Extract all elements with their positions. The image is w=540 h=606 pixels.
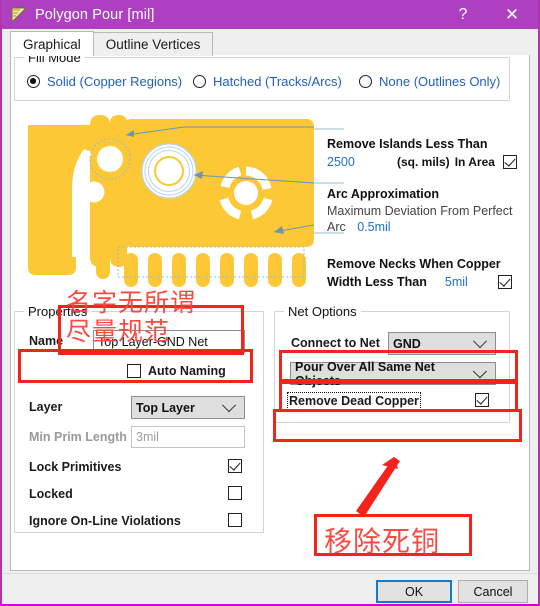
radio-solid-indicator — [27, 75, 40, 88]
window-title: Polygon Pour [mil] — [35, 6, 155, 23]
help-button[interactable]: ? — [440, 0, 486, 29]
tab-outline-vertices[interactable]: Outline Vertices — [92, 32, 214, 56]
arc-approximation-title: Arc Approximation — [327, 187, 440, 201]
remove-dead-copper-row[interactable]: Remove Dead Copper — [287, 392, 421, 410]
layer-dropdown-value: Top Layer — [136, 400, 195, 415]
connect-to-net-dropdown[interactable]: GND — [388, 332, 496, 355]
polygon-pour-dialog: Polygon Pour [mil] ? ✕ Graphical Outline… — [0, 0, 540, 606]
fill-mode-group: Fill Mode Solid (Copper Regions) Hatched… — [14, 50, 510, 101]
properties-group: Properties Name Top Layer-GND Net Auto N… — [14, 304, 264, 533]
radio-none-label: None (Outlines Only) — [379, 74, 501, 89]
remove-islands-title: Remove Islands Less Than — [327, 137, 488, 151]
layer-dropdown[interactable]: Top Layer — [131, 396, 245, 419]
arc-approximation-description: Maximum Deviation From Perfect — [327, 204, 513, 218]
radio-solid-label: Solid (Copper Regions) — [47, 74, 183, 89]
remove-dead-copper-checkbox[interactable] — [475, 393, 489, 407]
radio-solid-copper-regions[interactable]: Solid (Copper Regions) — [27, 74, 182, 89]
auto-naming-row[interactable]: Auto Naming — [127, 364, 226, 378]
remove-islands-units: (sq. mils) — [397, 155, 450, 169]
connect-to-net-label: Connect to Net — [291, 336, 380, 350]
remove-necks-title: Remove Necks When Copper — [327, 257, 501, 271]
cancel-button[interactable]: Cancel — [458, 580, 528, 603]
name-row: Name — [29, 334, 89, 348]
name-label: Name — [29, 334, 64, 348]
close-button[interactable]: ✕ — [486, 0, 538, 29]
arc-approximation-block: Arc Approximation Maximum Deviation From… — [327, 187, 512, 234]
connect-to-net-value: GND — [393, 336, 421, 351]
arc-approximation-arc-label: Arc — [327, 220, 346, 234]
ignore-violations-label: Ignore On-Line Violations — [29, 514, 181, 528]
dialog-footer: OK Cancel — [2, 573, 538, 603]
radio-none-indicator — [359, 75, 372, 88]
layer-label: Layer — [29, 400, 63, 414]
fill-mode-options: Solid (Copper Regions) Hatched (Tracks/A… — [15, 74, 509, 96]
dialog-client-area: Graphical Outline Vertices Fill Mode Sol… — [2, 29, 538, 603]
lock-primitives-label: Lock Primitives — [29, 460, 122, 474]
locked-checkbox[interactable] — [228, 486, 242, 500]
arc-approximation-value[interactable]: 0.5mil — [357, 220, 390, 234]
chevron-down-icon — [472, 333, 488, 348]
remove-islands-suffix: In Area — [454, 155, 495, 169]
lock-primitives-row[interactable]: Lock Primitives — [29, 460, 121, 474]
remove-dead-copper-label: Remove Dead Copper — [289, 394, 419, 408]
lock-primitives-checkbox[interactable] — [228, 459, 242, 473]
remove-islands-value[interactable]: 2500 — [327, 155, 397, 169]
locked-row[interactable]: Locked — [29, 487, 73, 501]
pour-over-dropdown[interactable]: Pour Over All Same Net Objects — [290, 359, 496, 388]
tab-strip: Graphical Outline Vertices — [10, 31, 214, 56]
radio-hatched-label: Hatched (Tracks/Arcs) — [213, 74, 342, 89]
auto-naming-checkbox[interactable] — [127, 364, 141, 378]
polygon-pour-icon — [10, 6, 28, 24]
properties-group-label: Properties — [24, 304, 92, 319]
radio-none-outlines-only[interactable]: None (Outlines Only) — [359, 74, 500, 89]
min-prim-length-row: Min Prim Length — [29, 430, 127, 444]
radio-hatched-tracks-arcs[interactable]: Hatched (Tracks/Arcs) — [193, 74, 342, 89]
min-prim-length-label: Min Prim Length — [29, 430, 127, 444]
name-input[interactable]: Top Layer-GND Net — [93, 330, 245, 353]
min-prim-length-input[interactable]: 3mil — [131, 426, 245, 448]
remove-necks-subtitle: Width Less Than — [327, 275, 427, 289]
ignore-violations-row[interactable]: Ignore On-Line Violations — [29, 514, 181, 528]
tab-graphical[interactable]: Graphical — [10, 31, 94, 56]
remove-islands-block: Remove Islands Less Than 2500 (sq. mils)… — [327, 137, 517, 169]
pour-over-value: Pour Over All Same Net Objects — [295, 359, 435, 388]
remove-islands-checkbox[interactable] — [502, 155, 517, 169]
net-options-group: Net Options Connect to Net GND Pour Over… — [274, 304, 510, 423]
connect-to-net-row: Connect to Net — [291, 336, 380, 350]
remove-necks-checkbox[interactable] — [497, 275, 512, 289]
remove-necks-block: Remove Necks When Copper Width Less Than… — [327, 257, 512, 289]
layer-row: Layer — [29, 400, 62, 414]
locked-label: Locked — [29, 487, 73, 501]
callout-texts: Remove Islands Less Than 2500 (sq. mils)… — [327, 129, 523, 299]
radio-hatched-indicator — [193, 75, 206, 88]
chevron-down-icon — [221, 397, 237, 412]
title-bar: Polygon Pour [mil] ? ✕ — [2, 0, 538, 29]
auto-naming-label: Auto Naming — [148, 364, 226, 378]
ignore-violations-checkbox[interactable] — [228, 513, 242, 527]
remove-necks-value[interactable]: 5mil — [445, 275, 468, 289]
ok-button[interactable]: OK — [376, 580, 452, 603]
net-options-group-label: Net Options — [284, 304, 361, 319]
